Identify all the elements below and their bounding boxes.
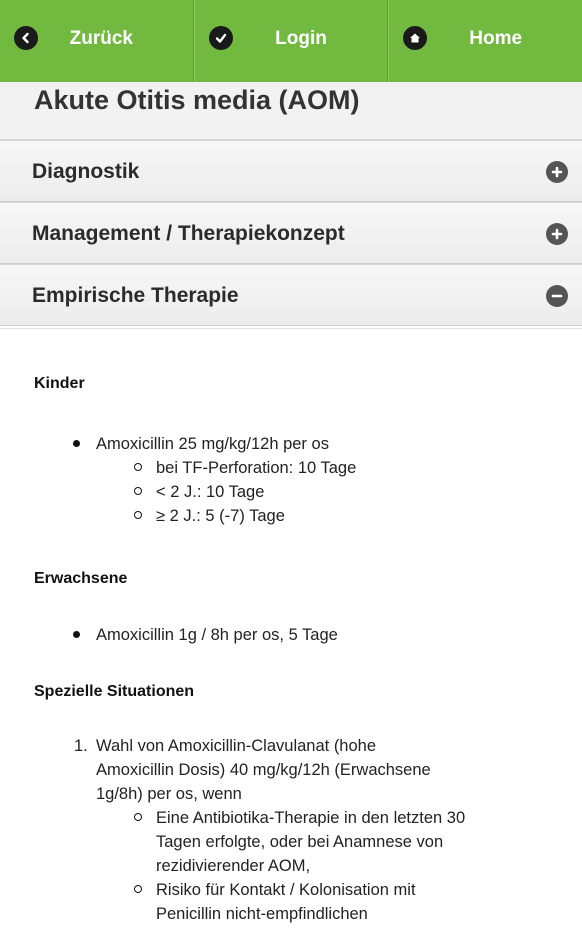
heading-spezielle-situationen: Spezielle Situationen	[34, 683, 195, 700]
home-button[interactable]: Home	[388, 0, 582, 82]
section-title: Empirische Therapie	[32, 284, 239, 307]
page-header: Akute Otitis media (AOM)	[0, 82, 582, 140]
minus-icon	[546, 285, 568, 307]
section-title: Management / Therapiekonzept	[32, 222, 345, 245]
page-title: Akute Otitis media (AOM)	[34, 85, 360, 115]
heading-kinder: Kinder	[34, 375, 85, 392]
section-content: Kinder Amoxicillin 25 mg/kg/12h per os b…	[0, 328, 582, 941]
list-item-line: Amoxicillin Dosis) 40 mg/kg/12h (Erwachs…	[96, 761, 431, 779]
sub-bullet	[134, 813, 142, 821]
section-diagnostik[interactable]: Diagnostik	[0, 140, 582, 202]
home-label: Home	[469, 28, 523, 49]
list-number: 1.	[74, 737, 88, 755]
heading-erwachsene: Erwachsene	[34, 570, 128, 587]
sub-list-item-line: Tagen erfolgte, oder bei Anamnese von	[156, 833, 444, 851]
plus-icon	[546, 223, 568, 245]
login-button[interactable]: Login	[193, 0, 389, 82]
sub-list-item-line: Penicillin nicht-empfindlichen	[156, 905, 368, 923]
sub-list-item: bei TF-Perforation: 10 Tage	[156, 459, 357, 477]
bullet	[73, 631, 80, 638]
sub-list-item-line: Eine Antibiotika-Therapie in den letzten…	[156, 809, 466, 827]
list-item: Amoxicillin 1g / 8h per os, 5 Tage	[96, 626, 338, 644]
back-label: Zurück	[69, 28, 134, 49]
sub-list-item: < 2 J.: 10 Tage	[156, 483, 265, 501]
sub-list-item: ≥ 2 J.: 5 (-7) Tage	[156, 507, 285, 525]
top-nav-bar: Zurück Login Home	[0, 0, 582, 82]
sub-list-item-line: rezidivierender AOM,	[156, 857, 311, 875]
sub-bullet	[134, 487, 142, 495]
login-label: Login	[275, 28, 327, 49]
section-empirische-therapie[interactable]: Empirische Therapie	[0, 264, 582, 326]
sub-bullet	[134, 885, 142, 893]
plus-icon	[546, 161, 568, 183]
sub-list-item-line: Risiko für Kontakt / Kolonisation mit	[156, 881, 416, 899]
sub-bullet	[134, 511, 142, 519]
list-item: Amoxicillin 25 mg/kg/12h per os	[96, 435, 329, 453]
back-button[interactable]: Zurück	[0, 0, 194, 82]
list-item-line: 1g/8h) per os, wenn	[96, 785, 242, 803]
section-management[interactable]: Management / Therapiekonzept	[0, 202, 582, 264]
section-title: Diagnostik	[32, 160, 140, 183]
bullet	[73, 440, 80, 447]
list-item-line: Wahl von Amoxicillin-Clavulanat (hohe	[96, 737, 377, 755]
sub-bullet	[134, 463, 142, 471]
